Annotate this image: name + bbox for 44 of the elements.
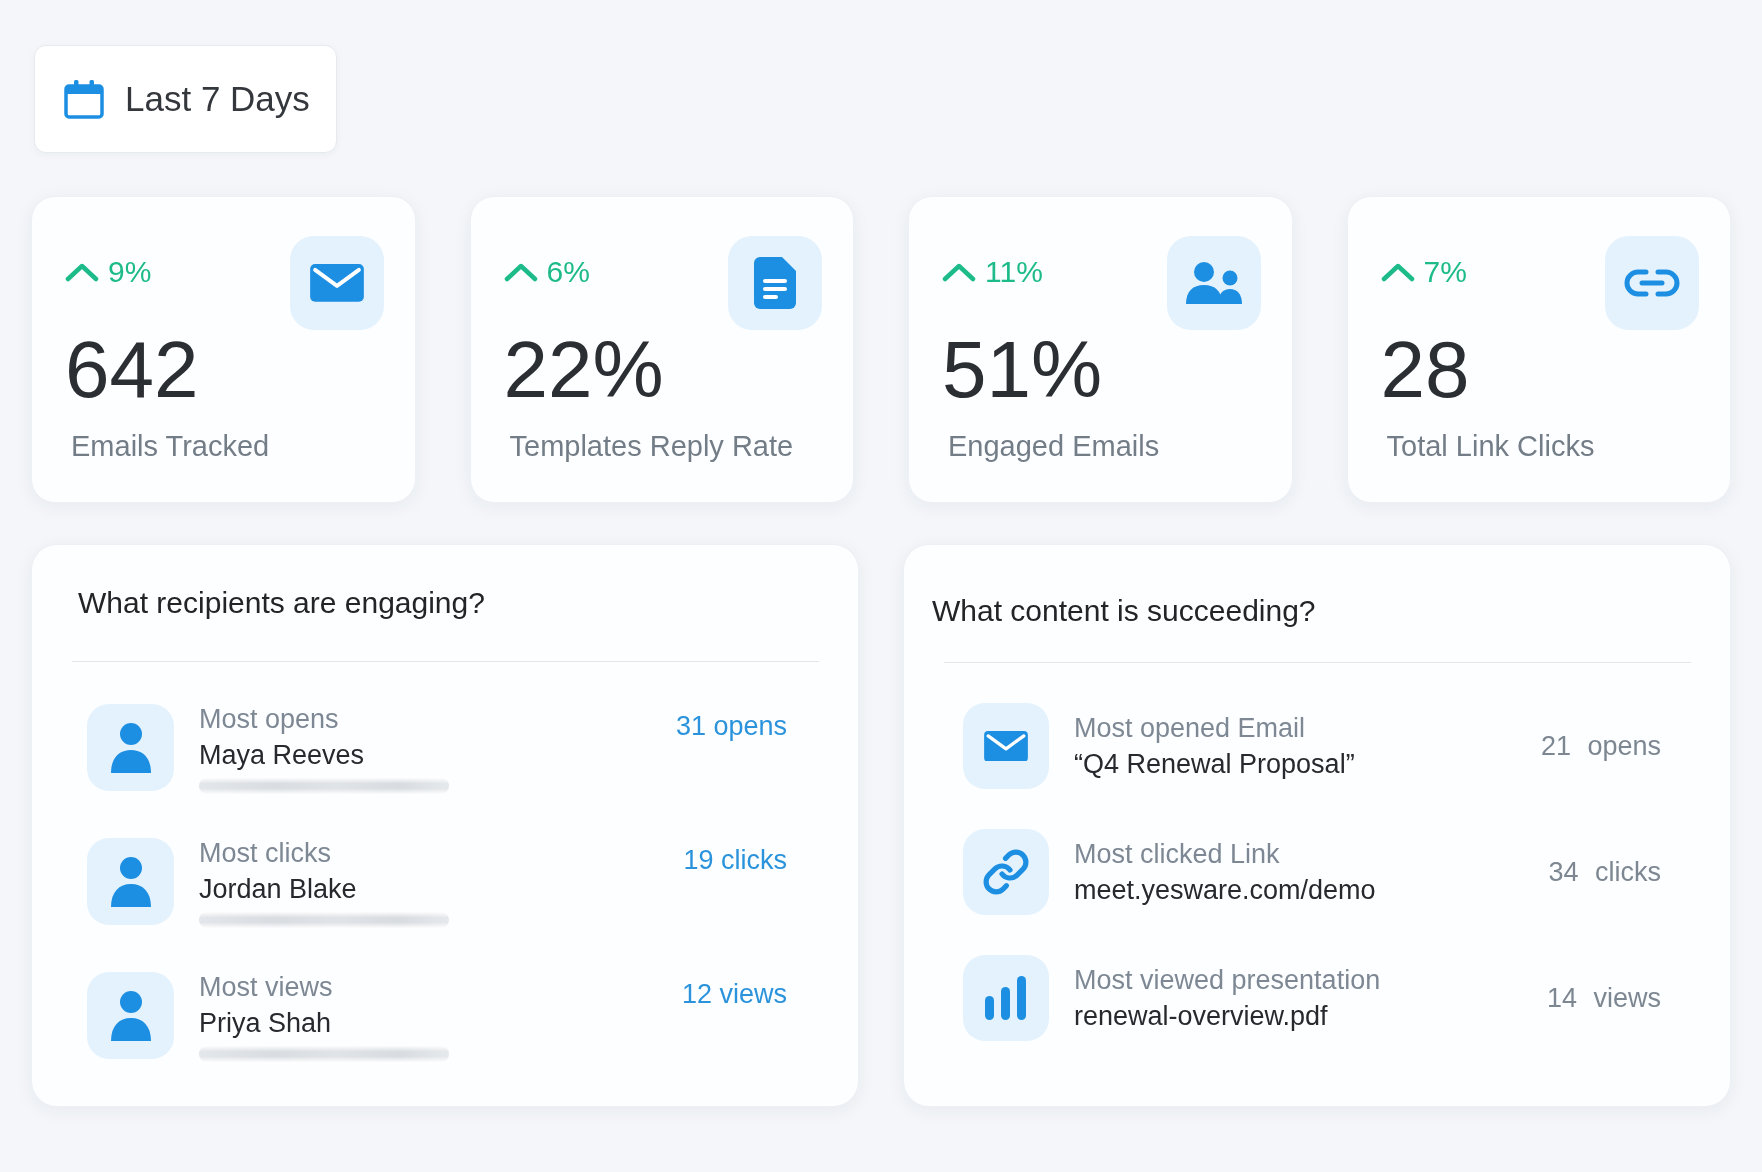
stat-value: 22% — [503, 328, 664, 412]
recipient-name: Jordan Blake — [199, 873, 357, 906]
date-range-button[interactable]: Last 7 Days — [34, 45, 337, 153]
stat-label: Emails Tracked — [71, 429, 270, 464]
trend-value: 9% — [108, 254, 152, 290]
people-icon — [1166, 236, 1261, 330]
recipient-name: Priya Shah — [199, 1007, 332, 1040]
trend-value: 6% — [546, 254, 590, 290]
stat-value: 51% — [942, 328, 1103, 412]
content-name: “Q4 Renewal Proposal” — [1074, 748, 1355, 781]
metric-count: 34 clicks — [1548, 856, 1661, 889]
metric-count: 31 opens — [675, 710, 787, 743]
chain-link-icon — [963, 829, 1049, 915]
panel-title: What recipients are engaging? — [78, 585, 485, 621]
person-icon — [87, 704, 174, 791]
metric-label: Most views — [199, 971, 333, 1004]
envelope-icon — [289, 236, 384, 330]
person-icon — [87, 972, 174, 1059]
person-icon — [87, 838, 174, 925]
metric-label: Most clicked Link — [1074, 838, 1280, 871]
metric-count: 12 views — [681, 978, 787, 1011]
bar-chart-icon — [963, 955, 1049, 1041]
metric-label: Most opened Email — [1074, 712, 1306, 745]
envelope-icon — [963, 703, 1049, 789]
metric-count: 14 views — [1546, 982, 1661, 1015]
metric-label: Most clicks — [199, 837, 331, 870]
metric-count: 19 clicks — [683, 844, 787, 877]
recipient-name: Maya Reeves — [199, 739, 365, 772]
metric-count: 21 opens — [1540, 730, 1661, 763]
stat-value: 28 — [1380, 328, 1470, 412]
stat-label: Engaged Emails — [948, 429, 1160, 464]
calendar-icon — [64, 79, 104, 119]
metric-label: Most opens — [199, 703, 339, 736]
content-name: renewal-overview.pdf — [1074, 1000, 1328, 1033]
stat-value: 642 — [65, 328, 199, 412]
document-icon — [728, 236, 822, 330]
trend-value: 7% — [1423, 254, 1467, 290]
metric-label: Most viewed presentation — [1074, 964, 1381, 997]
panel-title: What content is succeeding? — [932, 593, 1316, 629]
stat-label: Templates Reply Rate — [509, 429, 794, 464]
stat-label: Total Link Clicks — [1386, 429, 1595, 464]
trend-value: 11% — [985, 254, 1043, 290]
chain-link-icon — [1605, 236, 1699, 330]
content-name: meet.yesware.com/demo — [1074, 874, 1376, 907]
